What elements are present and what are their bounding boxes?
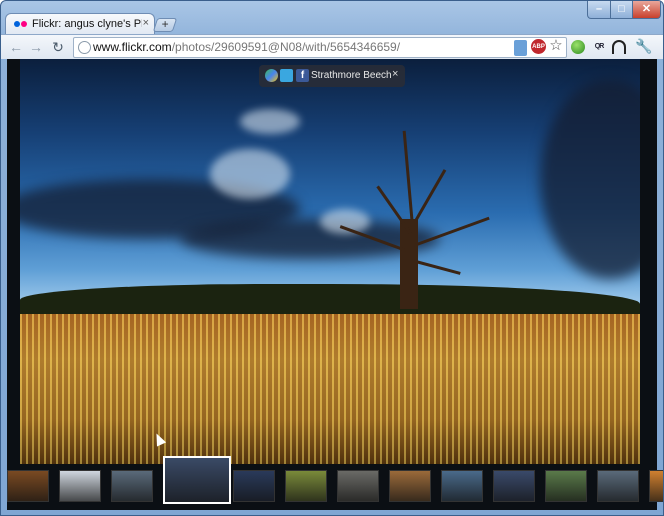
filmstrip-thumb[interactable] bbox=[233, 470, 275, 502]
plus-icon: + bbox=[161, 17, 169, 31]
url-text: www.flickr.com/photos/29609591@N08/with/… bbox=[93, 40, 400, 54]
overlay-close-icon[interactable]: × bbox=[392, 68, 398, 80]
tab-strip: Flickr: angus clyne's Photos × + – □ ✕ bbox=[1, 1, 663, 36]
tab-title: Flickr: angus clyne's Photos bbox=[32, 18, 142, 30]
filmstrip-thumb[interactable] bbox=[285, 470, 327, 502]
url-host: www.flickr.com bbox=[93, 40, 172, 54]
url-path: /photos/29609591@N08/with/5654346659/ bbox=[171, 40, 401, 54]
maximize-button[interactable]: □ bbox=[610, 1, 633, 19]
qr-code-icon[interactable]: QR bbox=[590, 39, 608, 55]
facebook-icon[interactable]: f bbox=[296, 69, 309, 82]
lightbox: f Strathmore Beech × bbox=[7, 59, 663, 510]
filmstrip-thumb[interactable] bbox=[649, 470, 663, 502]
address-bar[interactable]: www.flickr.com/photos/29609591@N08/with/… bbox=[73, 37, 567, 58]
filmstrip-thumb[interactable] bbox=[59, 470, 101, 502]
buzz-icon[interactable] bbox=[265, 69, 278, 82]
globe-icon bbox=[78, 41, 91, 54]
maximize-icon: □ bbox=[618, 3, 625, 15]
stubble-field bbox=[20, 314, 640, 464]
filmstrip-thumb[interactable] bbox=[493, 470, 535, 502]
filmstrip-thumb[interactable] bbox=[7, 470, 49, 502]
wrench-icon[interactable]: 🔧 bbox=[635, 38, 652, 54]
back-icon[interactable]: ← bbox=[7, 38, 25, 56]
main-photo[interactable] bbox=[20, 59, 640, 464]
filmstrip-thumb[interactable] bbox=[389, 470, 431, 502]
new-tab-button[interactable]: + bbox=[152, 17, 178, 32]
filmstrip-thumb[interactable] bbox=[111, 470, 153, 502]
bookmark-star-icon[interactable]: ☆ bbox=[548, 38, 564, 54]
filmstrip-thumb-selected[interactable] bbox=[163, 456, 231, 504]
adblock-icon[interactable]: ABP bbox=[531, 39, 546, 54]
filmstrip-thumb[interactable] bbox=[441, 470, 483, 502]
photo-info-overlay: f Strathmore Beech × bbox=[259, 65, 405, 87]
twitter-icon[interactable] bbox=[280, 69, 293, 82]
minimize-button[interactable]: – bbox=[587, 1, 611, 19]
tab-close-icon[interactable]: × bbox=[143, 17, 149, 29]
minimize-icon: – bbox=[595, 3, 603, 15]
tab-flickr[interactable]: Flickr: angus clyne's Photos × bbox=[5, 13, 155, 36]
page-action-icon[interactable] bbox=[514, 40, 527, 56]
browser-toolbar: ← → ↻ www.flickr.com/photos/29609591@N08… bbox=[1, 34, 663, 59]
filmstrip-thumb[interactable] bbox=[337, 470, 379, 502]
browser-window: Flickr: angus clyne's Photos × + – □ ✕ ←… bbox=[0, 0, 664, 516]
reload-icon[interactable]: ↻ bbox=[49, 38, 67, 56]
flickr-favicon-icon bbox=[14, 20, 28, 28]
filmstrip-thumb[interactable] bbox=[545, 470, 587, 502]
photo-title: Strathmore Beech bbox=[311, 70, 392, 81]
filmstrip-thumb[interactable] bbox=[597, 470, 639, 502]
green-extension-icon[interactable] bbox=[571, 40, 585, 54]
forward-icon[interactable]: → bbox=[27, 38, 45, 56]
headphones-icon[interactable] bbox=[612, 40, 626, 54]
filmstrip bbox=[7, 456, 663, 510]
close-window-button[interactable]: ✕ bbox=[632, 1, 661, 19]
close-icon: ✕ bbox=[641, 3, 652, 15]
